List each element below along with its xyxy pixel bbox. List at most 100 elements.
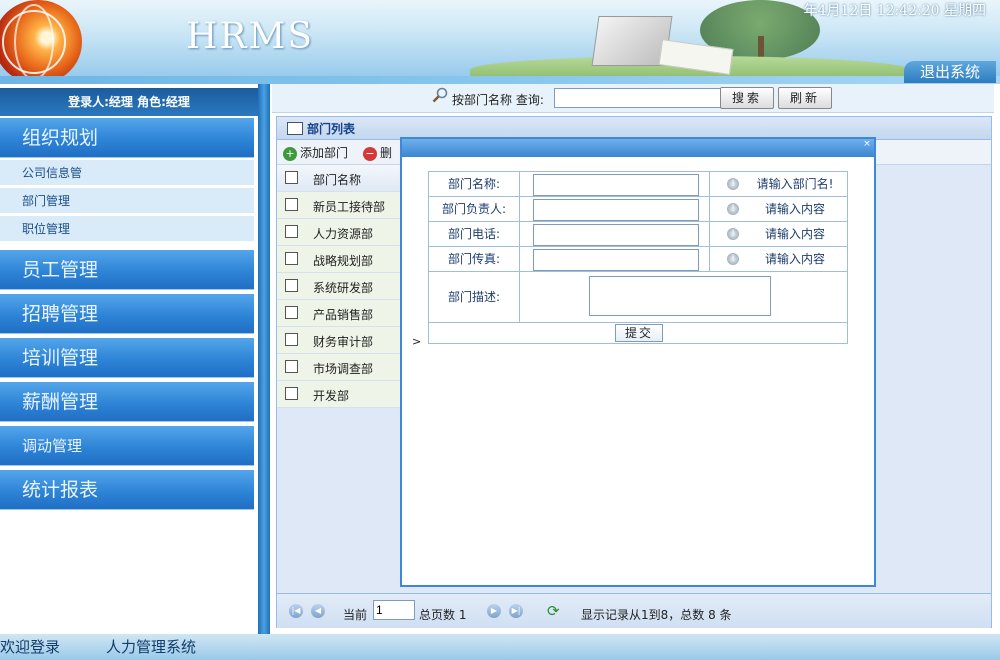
table-row[interactable]: 战略规划部: [277, 246, 401, 273]
table-row[interactable]: 人力资源部: [277, 219, 401, 246]
department-name-input[interactable]: [533, 174, 699, 196]
last-page-icon[interactable]: ▶|: [509, 604, 523, 618]
footer: 欢迎登录 人力管理系统: [0, 634, 1000, 660]
table-row[interactable]: 财务审计部: [277, 327, 401, 354]
app-logo-text: HRMS: [186, 16, 315, 57]
add-department-button[interactable]: + 添加部门: [283, 144, 348, 161]
menu-org-planning[interactable]: 组织规划: [0, 118, 254, 158]
department-name-cell: 人力资源部: [313, 227, 374, 241]
table-row[interactable]: 开发部: [277, 381, 401, 408]
department-name-cell: 战略规划部: [313, 254, 374, 268]
search-button[interactable]: 搜索: [720, 87, 774, 109]
delete-icon: −: [363, 146, 377, 161]
table-header-row: 部门名称: [277, 165, 401, 192]
menu-employee-management[interactable]: 员工管理: [0, 250, 254, 290]
department-name-label: 部门名称:: [429, 172, 520, 196]
sidebar-divider: [258, 84, 270, 634]
table-icon: [287, 122, 303, 135]
add-department-label: 添加部门: [300, 146, 349, 160]
department-phone-input[interactable]: [533, 224, 699, 246]
row-checkbox[interactable]: [285, 333, 298, 346]
search-icon: [432, 87, 448, 103]
logout-button[interactable]: 退出系统: [904, 61, 996, 83]
info-icon: !: [727, 203, 739, 215]
add-department-dialog: × 部门名称: ! 请输入部门名! 部门负责人: ! 请输入内容 部门电话: !…: [400, 137, 876, 587]
row-checkbox[interactable]: [285, 387, 298, 400]
search-label: 按部门名称 查询:: [452, 93, 544, 107]
first-page-icon[interactable]: |◀: [289, 604, 303, 618]
dialog-marker: >: [412, 335, 422, 348]
department-fax-label: 部门传真:: [429, 247, 520, 271]
table-row[interactable]: 新员工接待部: [277, 192, 401, 219]
department-name-cell: 开发部: [313, 389, 350, 403]
department-phone-hint: 请输入内容: [764, 227, 825, 241]
submenu-department-management[interactable]: 部门管理: [0, 188, 254, 214]
table-row[interactable]: 市场调查部: [277, 354, 401, 381]
current-page-input[interactable]: [373, 600, 415, 620]
row-checkbox[interactable]: [285, 279, 298, 292]
logo-globe-icon: [0, 0, 82, 84]
header: HRMS 年4月12日 12:42:20 星期四 退出系统: [0, 0, 1000, 84]
department-fax-input[interactable]: [533, 249, 699, 271]
table-row[interactable]: 系统研发部: [277, 273, 401, 300]
user-info: 登录人:经理 角色:经理: [0, 88, 258, 116]
row-checkbox[interactable]: [285, 225, 298, 238]
record-info: 显示记录从1到8，总数 8 条: [581, 608, 732, 622]
department-name-cell: 产品销售部: [313, 308, 374, 322]
row-checkbox[interactable]: [285, 360, 298, 373]
refresh-button[interactable]: 刷新: [778, 87, 832, 109]
department-name-cell: 市场调查部: [313, 362, 374, 376]
row-checkbox[interactable]: [285, 306, 298, 319]
info-icon: !: [727, 253, 739, 265]
menu-recruitment-management[interactable]: 招聘管理: [0, 294, 254, 334]
department-table: 部门名称 新员工接待部 人力资源部 战略规划部 系统研发部 产品销售部 财务审计…: [277, 165, 401, 408]
department-fax-hint: 请输入内容: [764, 252, 825, 266]
total-pages-label: 总页数 1: [419, 608, 467, 622]
submenu-company-info[interactable]: 公司信息管: [0, 160, 254, 186]
form-row-department-head: 部门负责人: ! 请输入内容: [428, 196, 848, 221]
department-description-textarea[interactable]: [589, 276, 771, 316]
pagination-bar: |◀ ◀ 当前 总页数 1 ▶ ▶| ⟳ 显示记录从1到8，总数 8 条: [277, 593, 991, 628]
menu-transfer-management[interactable]: 调动管理: [0, 426, 254, 466]
department-head-label: 部门负责人:: [429, 197, 520, 221]
panel-title: 部门列表: [307, 122, 356, 136]
menu-training-management[interactable]: 培训管理: [0, 338, 254, 378]
menu-salary-management[interactable]: 薪酬管理: [0, 382, 254, 422]
form-row-department-phone: 部门电话: ! 请输入内容: [428, 221, 848, 246]
next-page-icon[interactable]: ▶: [487, 604, 501, 618]
department-head-input[interactable]: [533, 199, 699, 221]
delete-button[interactable]: − 删: [363, 144, 392, 161]
footer-app-name: 人力管理系统: [106, 638, 197, 656]
info-icon: !: [727, 228, 739, 240]
table-row[interactable]: 产品销售部: [277, 300, 401, 327]
column-header-department-name: 部门名称: [313, 173, 362, 187]
menu-statistics-report[interactable]: 统计报表: [0, 470, 254, 510]
refresh-icon[interactable]: ⟳: [547, 602, 560, 620]
department-name-cell: 新员工接待部: [313, 200, 386, 214]
dialog-titlebar: ×: [402, 139, 874, 157]
row-checkbox[interactable]: [285, 252, 298, 265]
add-icon: +: [283, 146, 297, 161]
search-input[interactable]: [554, 88, 722, 108]
submit-button[interactable]: 提交: [615, 324, 663, 342]
search-bar: 按部门名称 查询: 搜索 刷新: [272, 84, 994, 113]
form-row-department-name: 部门名称: ! 请输入部门名!: [428, 171, 848, 196]
delete-label: 删: [380, 146, 393, 160]
info-icon: !: [727, 178, 739, 190]
submenu-position-management[interactable]: 职位管理: [0, 216, 254, 242]
form-row-submit: 提交: [428, 322, 848, 344]
department-head-hint: 请输入内容: [764, 202, 825, 216]
department-name-hint: 请输入部门名!: [756, 177, 834, 191]
close-icon[interactable]: ×: [862, 139, 872, 149]
current-page-label: 当前: [343, 608, 368, 622]
prev-page-icon[interactable]: ◀: [311, 604, 325, 618]
form-row-department-description: 部门描述:: [428, 271, 848, 322]
department-form: 部门名称: ! 请输入部门名! 部门负责人: ! 请输入内容 部门电话: ! 请…: [428, 171, 848, 344]
row-checkbox[interactable]: [285, 198, 298, 211]
sidebar: 登录人:经理 角色:经理 组织规划 公司信息管 部门管理 职位管理 员工管理 招…: [0, 84, 270, 634]
form-row-department-fax: 部门传真: ! 请输入内容: [428, 246, 848, 271]
department-description-label: 部门描述:: [429, 272, 520, 322]
select-all-checkbox[interactable]: [285, 171, 298, 184]
datetime-display: 年4月12日 12:42:20 星期四: [803, 3, 987, 19]
footer-welcome: 欢迎登录: [0, 638, 61, 656]
